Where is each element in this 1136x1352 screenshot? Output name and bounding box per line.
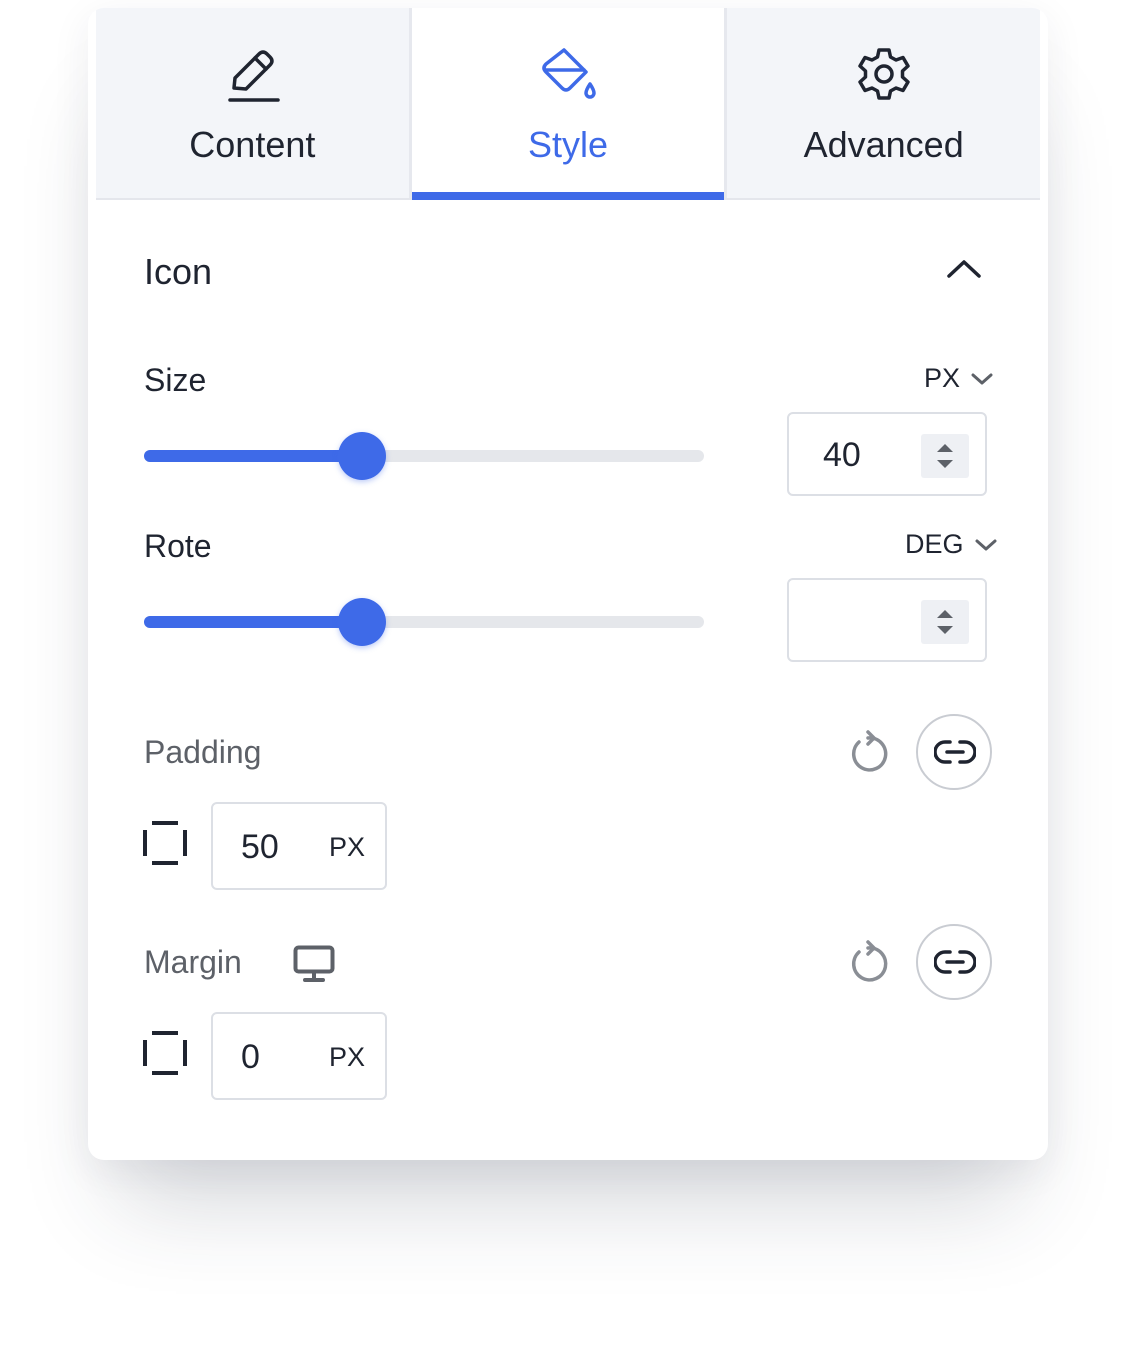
stepper-arrows-icon [937,444,953,468]
desktop-icon[interactable] [293,945,335,983]
tab-content-label: Content [189,124,316,165]
size-value: 40 [823,436,861,474]
tab-style-label: Style [527,124,609,165]
reset-icon[interactable] [846,730,890,774]
padding-input[interactable]: 50 PX [211,802,387,890]
tab-advanced[interactable]: Advanced [724,8,1041,198]
padding-label: Padding [144,734,262,770]
tab-style[interactable]: Style [408,8,725,200]
margin-unit: PX [328,1042,365,1072]
chevron-down-icon [971,373,993,384]
margin-link-button[interactable] [916,924,992,1000]
rotate-stepper[interactable] [921,600,969,644]
pencil-icon [228,50,281,102]
link-icon [934,950,976,974]
dimensions-icon [143,1031,187,1075]
rotate-label: Rote [144,528,212,564]
rotate-unit-value: DEG [905,529,964,559]
rotate-unit-select[interactable]: DEG [905,529,998,560]
padding-link-button[interactable] [916,714,992,790]
dimensions-icon [143,821,187,865]
size-slider-fill [144,450,363,462]
size-unit-select[interactable]: PX [924,363,994,394]
chevron-down-icon [975,539,997,550]
rotate-slider[interactable] [144,598,704,646]
rotate-slider-fill [144,616,363,628]
tab-advanced-label: Advanced [803,124,964,165]
size-label: Size [144,362,207,398]
margin-label: Margin [144,944,242,980]
tab-content[interactable]: Content [96,8,409,198]
size-slider-thumb[interactable] [338,432,387,480]
chevron-up-icon[interactable] [946,258,982,280]
margin-value: 0 [241,1038,260,1076]
paint-bucket-icon [542,48,596,99]
size-unit-value: PX [924,363,961,393]
style-panel: Content Style Advanced Icon Size PX 40 R… [88,8,1048,1160]
margin-input[interactable]: 0 PX [211,1012,387,1100]
rotate-input[interactable] [787,578,987,662]
size-input[interactable]: 40 [787,412,987,496]
size-slider[interactable] [144,432,704,480]
size-stepper[interactable] [921,434,969,478]
rotate-slider-thumb[interactable] [338,598,387,646]
section-title: Icon [144,251,213,292]
reset-icon[interactable] [846,940,890,984]
tab-bar: Content Style Advanced [96,8,1041,200]
padding-unit: PX [328,832,365,862]
stepper-arrows-icon [937,610,953,634]
gear-icon [857,48,910,100]
padding-value: 50 [241,828,279,866]
link-icon [934,740,976,764]
